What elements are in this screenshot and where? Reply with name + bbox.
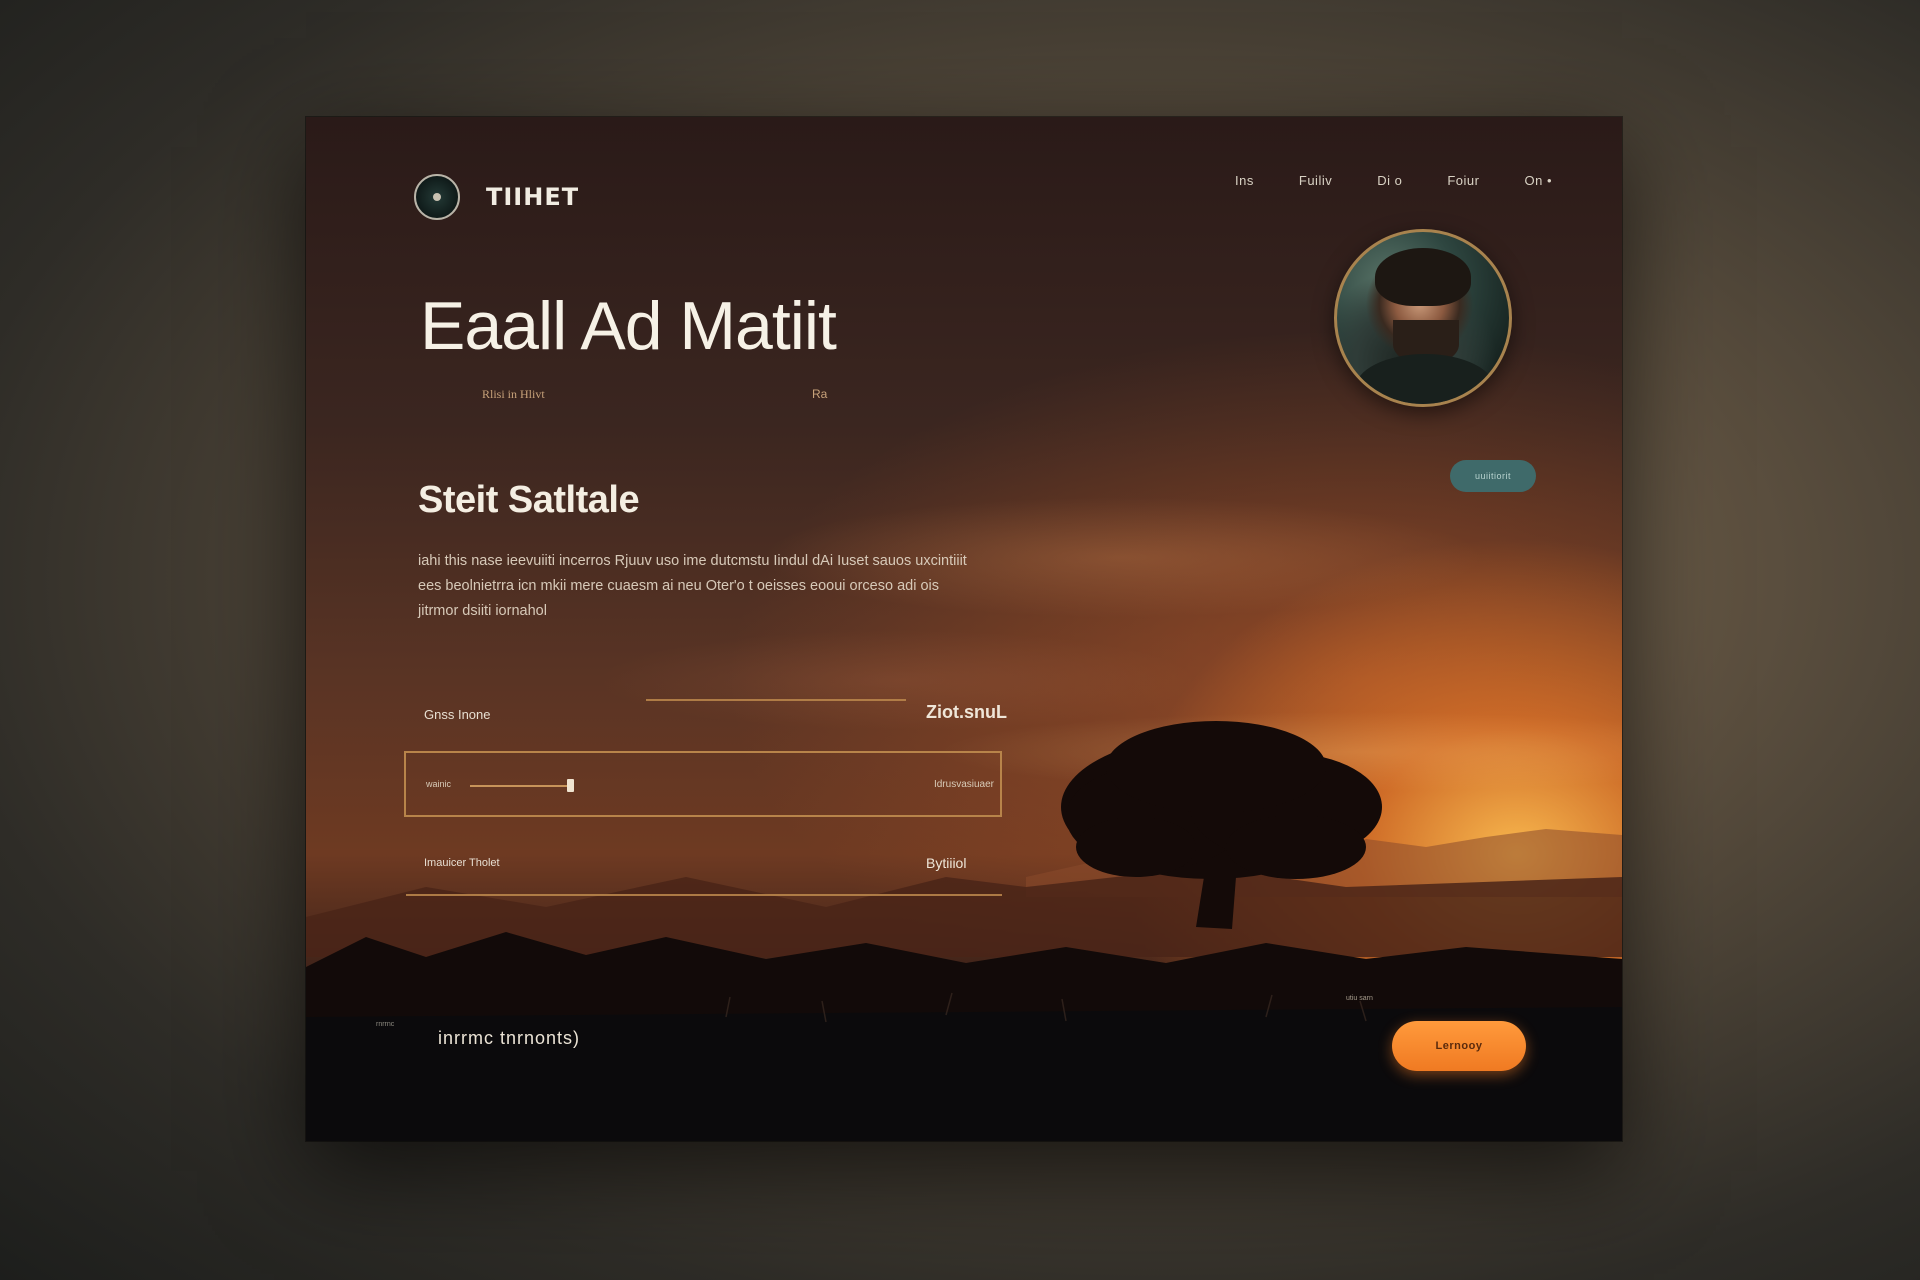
portrait-avatar[interactable] — [1334, 229, 1512, 407]
section-body: iahi this nase ieevuiiti incerros Rjuuv … — [418, 553, 967, 619]
hero-subtitle-right: Ra — [812, 387, 828, 401]
slider-thumb[interactable] — [567, 779, 574, 792]
slider-field[interactable]: wainic Idrusvasiuaer — [404, 751, 1002, 817]
row-label-1: Gnss Inone — [424, 707, 491, 722]
brand-name: TIIHET — [486, 183, 580, 211]
row-divider-3 — [406, 894, 1002, 896]
section-title: Steit Satltale — [418, 479, 640, 521]
slider-track[interactable] — [470, 785, 570, 787]
row-value-1: Ziot.snuL — [926, 702, 1007, 722]
nav-item-5[interactable]: On • — [1524, 173, 1552, 188]
top-nav: Ins Fuiliv Di o Foiur On • — [1235, 173, 1552, 188]
tag-pill-button[interactable]: uuiitiorit — [1450, 460, 1536, 492]
nav-item-1[interactable]: Ins — [1235, 173, 1254, 188]
nav-item-4[interactable]: Foiur — [1447, 173, 1479, 188]
footer-mini-label: rnrrnc — [376, 1021, 395, 1028]
row-divider-1 — [646, 699, 906, 701]
avatar-hair — [1375, 248, 1471, 306]
slider-value: Idrusvasiuaer — [933, 779, 994, 790]
row-label-3: Imauicer Tholet — [424, 857, 500, 869]
row-value-3: Bytiiiol — [926, 855, 967, 871]
logo-icon — [414, 174, 460, 220]
nav-item-2[interactable]: Fuiliv — [1299, 173, 1332, 188]
cta-note: utiu sarn — [1346, 995, 1373, 1002]
slider-label: wainic — [426, 779, 452, 789]
tree-canopy — [1061, 721, 1382, 879]
avatar-shoulders — [1355, 354, 1495, 404]
nav-item-3[interactable]: Di o — [1377, 173, 1402, 188]
hero-title: Eaall Ad Matiit — [420, 288, 837, 364]
hero-subtitle: Rlisi in Hlivt — [482, 387, 545, 401]
footer-label: inrrmc tnrnonts) — [438, 1028, 581, 1048]
landing-page: TIIHET Ins Fuiliv Di o Foiur On • Eaall … — [306, 117, 1622, 1141]
brand[interactable]: TIIHET — [414, 174, 579, 220]
cta-button[interactable]: Lernooy — [1392, 1021, 1526, 1071]
